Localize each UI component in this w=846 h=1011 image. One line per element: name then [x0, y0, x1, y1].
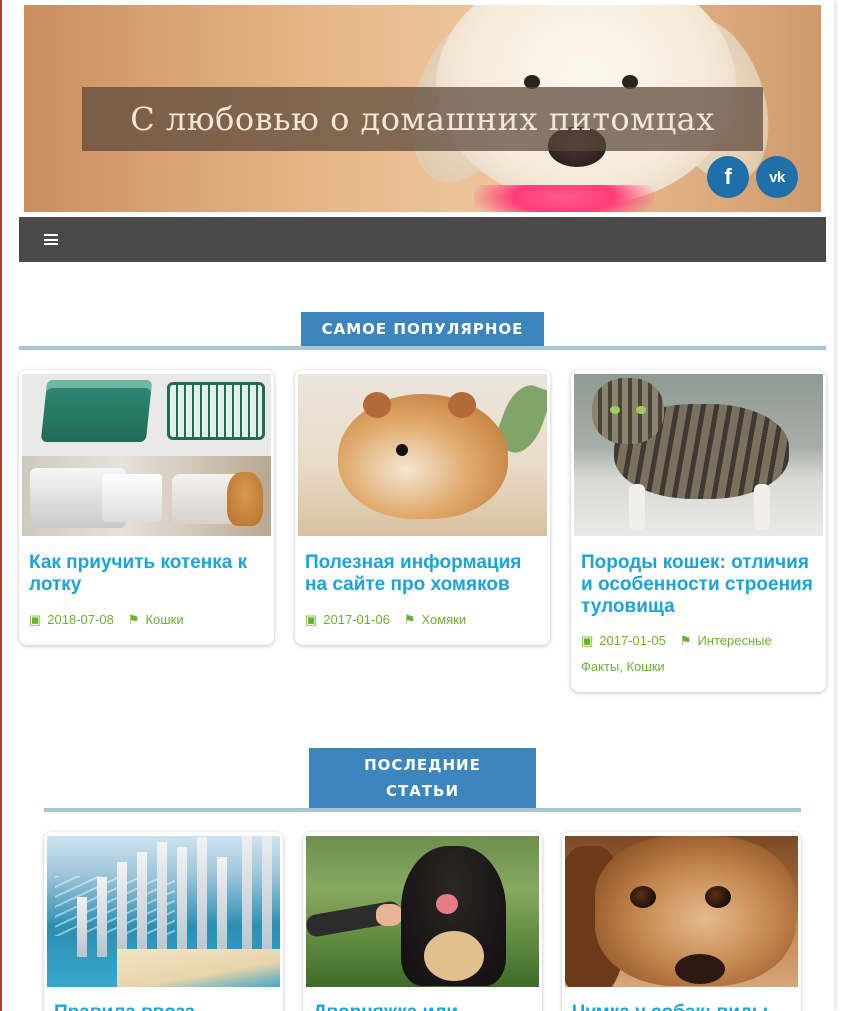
popular-card[interactable]: Породы кошек: отличия и особенности стро… — [571, 370, 826, 692]
card-meta: ▣ 2017-01-06 ⚑ Хомяки — [305, 607, 545, 633]
category-link[interactable]: Хомяки — [421, 612, 466, 627]
latest-card[interactable]: Чумка у собак: виды — [562, 832, 801, 1011]
header-banner: С любовью о домашних питомцах f vk — [24, 5, 821, 212]
card-title-link[interactable]: Дворняжка или — [313, 1002, 538, 1011]
latest-card[interactable]: Дворняжка или — [303, 832, 542, 1011]
facebook-button[interactable]: f — [707, 156, 749, 198]
card-image-hamster[interactable] — [298, 374, 547, 536]
section-divider — [19, 346, 826, 350]
banner-photo-ribbon — [474, 185, 654, 212]
calendar-icon: ▣ — [581, 633, 594, 648]
main-nav — [19, 217, 826, 262]
site-title[interactable]: С любовью о домашних питомцах — [130, 100, 715, 138]
tags-icon: ⚑ — [679, 633, 692, 648]
card-meta: ▣ 2018-07-08 ⚑ Кошки — [29, 607, 269, 633]
card-meta: ▣ 2017-01-05 ⚑ Интересные Факты, Кошки — [581, 628, 821, 680]
latest-card[interactable]: Правила ввоза — [44, 832, 283, 1011]
vk-button[interactable]: vk — [756, 156, 798, 198]
vk-icon: vk — [769, 168, 785, 186]
card-image-tabby-cat[interactable] — [574, 374, 823, 536]
category-link[interactable]: Кошки — [145, 612, 183, 627]
calendar-icon: ▣ — [29, 612, 42, 627]
calendar-icon: ▣ — [305, 612, 318, 627]
category-link[interactable]: Факты, Кошки — [581, 659, 665, 674]
hamburger-icon[interactable] — [44, 234, 58, 245]
section-heading-line: СТАТЬИ — [385, 782, 460, 800]
popular-card[interactable]: Как приучить котенка к лотку ▣ 2018-07-08… — [19, 370, 274, 645]
tags-icon: ⚑ — [403, 612, 416, 627]
card-image-city-coast[interactable] — [47, 836, 280, 987]
section-divider — [44, 808, 801, 812]
card-title-link[interactable]: Чумка у собак: виды — [572, 1002, 797, 1011]
section-heading-popular: САМОЕ ПОПУЛЯРНОЕ — [301, 312, 544, 346]
card-title-link[interactable]: Породы кошек: отличия и особенности стро… — [581, 552, 821, 618]
card-title-link[interactable]: Полезная информация на сайте про хомяков — [305, 552, 545, 596]
section-heading-latest: ПОСЛЕДНИЕ СТАТЬИ — [309, 748, 536, 808]
section-heading-line: ПОСЛЕДНИЕ — [364, 756, 481, 774]
facebook-icon: f — [724, 164, 732, 189]
card-title-link[interactable]: Как приучить котенка к лотку — [29, 552, 269, 596]
tags-icon: ⚑ — [127, 612, 140, 627]
popular-card[interactable]: Полезная информация на сайте про хомяков… — [295, 370, 550, 645]
post-date: 2018-07-08 — [47, 612, 114, 627]
site-title-box[interactable]: С любовью о домашних питомцах — [82, 87, 763, 151]
post-date: 2017-01-06 — [323, 612, 390, 627]
card-image-dog-paw[interactable] — [306, 836, 539, 987]
card-title-link[interactable]: Правила ввоза — [54, 1002, 279, 1011]
category-link[interactable]: Интересные — [697, 633, 771, 648]
post-date: 2017-01-05 — [599, 633, 666, 648]
card-image-beagle[interactable] — [565, 836, 798, 987]
card-image-litter-trays[interactable] — [22, 374, 271, 536]
